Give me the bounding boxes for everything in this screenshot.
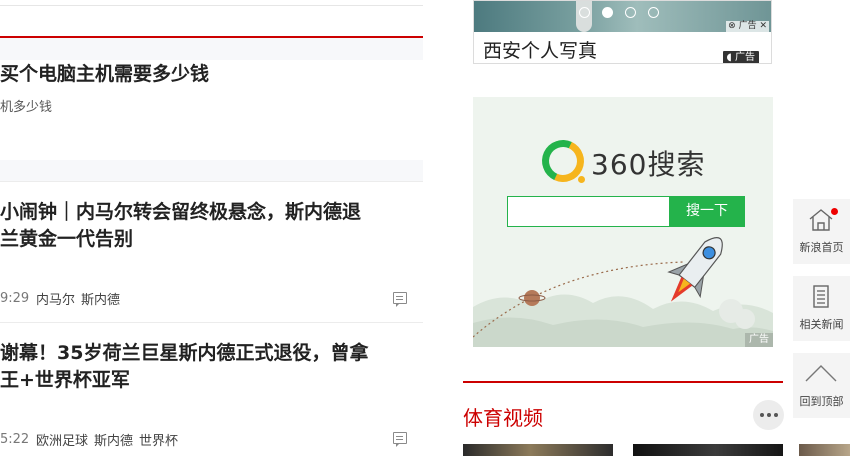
- news-tag[interactable]: 内马尔: [36, 289, 75, 308]
- 360-logo-text: 360搜索: [591, 148, 706, 181]
- news-title-3[interactable]: 谢幕！35岁荷兰巨星斯内德正式退役，曾拿 王+世界杯亚军: [0, 340, 410, 394]
- news-tag[interactable]: 世界杯: [139, 430, 178, 449]
- news-title-2-line2: 兰黄金一代告别: [0, 228, 134, 250]
- news-time: 5:22: [0, 431, 30, 447]
- more-options-button[interactable]: [753, 400, 784, 430]
- news-divider: [0, 322, 423, 323]
- feed-band: [0, 38, 423, 60]
- news-title-3-line2: 王+世界杯亚军: [0, 369, 130, 391]
- related-news-label: 相关新闻: [799, 318, 844, 331]
- carousel-dots: [579, 7, 659, 18]
- sina-home-label: 新浪首页: [799, 241, 844, 254]
- 360-search-button[interactable]: 搜一下: [669, 196, 745, 227]
- back-to-top-label: 回到顶部: [799, 395, 844, 408]
- news-title-2-line1: 小闹钟｜内马尔转会留终极悬念，斯内德退: [0, 201, 362, 223]
- ad-360-search: 360搜索 搜一下 广告: [473, 97, 773, 347]
- news-tag[interactable]: 斯内德: [94, 430, 133, 449]
- news-feed: 买个电脑主机需要多少钱 机多少钱 小闹钟｜内马尔转会留终极悬念，斯内德退 兰黄金…: [0, 0, 423, 456]
- news-subtitle-1: 机多少钱: [0, 100, 53, 115]
- chevron-up-icon: [805, 365, 837, 382]
- news-meta-2: 9:29 内马尔 斯内德: [0, 289, 126, 308]
- news-title-1[interactable]: 买个电脑主机需要多少钱: [0, 61, 410, 88]
- news-title-2[interactable]: 小闹钟｜内马尔转会留终极悬念，斯内德退 兰黄金一代告别: [0, 199, 410, 253]
- carousel-dot-active[interactable]: [602, 7, 613, 18]
- related-news-button[interactable]: 相关新闻: [793, 276, 850, 341]
- video-thumbnail[interactable]: [799, 444, 850, 456]
- dot-icon: [759, 413, 764, 417]
- notification-dot: [831, 208, 838, 215]
- ad-text[interactable]: 西安个人写真: [483, 36, 597, 63]
- carousel-dot[interactable]: [648, 7, 659, 18]
- comment-icon[interactable]: [393, 292, 407, 307]
- ad-tag: ◖ 广告: [722, 51, 759, 63]
- back-to-top-button[interactable]: 回到顶部: [793, 353, 850, 418]
- ad-photo: ⊗ 广告 ✕: [474, 1, 771, 32]
- 360-search-input[interactable]: [507, 196, 670, 227]
- feed-top-edge: [0, 0, 423, 6]
- carousel-dot[interactable]: [579, 7, 590, 18]
- sina-home-button[interactable]: 新浪首页: [793, 199, 850, 264]
- dot-icon: [773, 413, 778, 417]
- section-divider-red: [463, 381, 783, 383]
- feed-band: [0, 160, 423, 182]
- news-tag[interactable]: 欧洲足球: [36, 430, 88, 449]
- rocket-illustration: [473, 237, 773, 347]
- sports-section-title[interactable]: 体育视频: [463, 402, 543, 431]
- ad-tag-label: 广告: [735, 52, 755, 63]
- news-divider: [0, 181, 423, 182]
- list-icon: [813, 285, 829, 308]
- news-time: 9:29: [0, 290, 30, 306]
- news-meta-3: 5:22 欧洲足球 斯内德 世界杯: [0, 430, 184, 449]
- news-tag[interactable]: 斯内德: [81, 289, 120, 308]
- dot-icon: [766, 413, 771, 417]
- ad-photo-banner[interactable]: ⊗ 广告 ✕ 西安个人写真 ◖ 广告: [473, 0, 772, 64]
- video-thumbnail[interactable]: [463, 444, 613, 456]
- ad-badge-label: 广告: [738, 21, 757, 31]
- ad-badge[interactable]: ⊗ 广告 ✕: [726, 21, 769, 32]
- comment-icon[interactable]: [393, 432, 407, 447]
- 360-logo-dot: [578, 176, 585, 183]
- video-thumbnail[interactable]: [633, 444, 783, 456]
- news-title-3-line1: 谢幕！35岁荷兰巨星斯内德正式退役，曾拿: [0, 342, 369, 364]
- ad-badge: 广告: [745, 333, 773, 347]
- carousel-dot[interactable]: [625, 7, 636, 18]
